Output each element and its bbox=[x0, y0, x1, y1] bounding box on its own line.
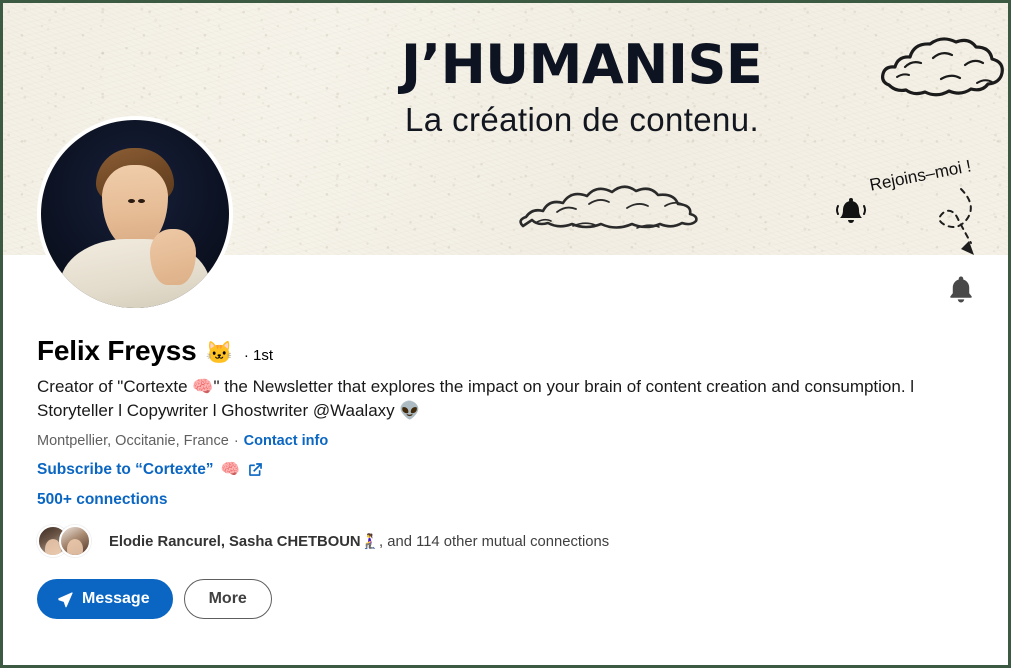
avatar[interactable] bbox=[37, 116, 233, 312]
subscribe-row[interactable]: Subscribe to “Cortexte” 🧠 bbox=[37, 460, 1008, 479]
mutual-connections-rest: , and 114 other mutual connections bbox=[379, 534, 610, 551]
profile-action-buttons: Message More bbox=[37, 579, 1008, 620]
message-button[interactable]: Message bbox=[37, 579, 173, 620]
contact-info-link[interactable]: Contact info bbox=[244, 433, 329, 449]
profile-headline: Creator of "Cortexte 🧠" the Newsletter t… bbox=[37, 377, 915, 421]
mutual-emoji-icon: 🧎‍♀️ bbox=[360, 534, 380, 551]
send-paper-plane-icon bbox=[58, 592, 73, 608]
mutual-connection-avatars bbox=[37, 525, 99, 558]
location-text: Montpellier, Occitanie, France bbox=[37, 433, 229, 450]
subscribe-newsletter-link[interactable]: Subscribe to “Cortexte” bbox=[37, 461, 214, 479]
mutual-connections-row[interactable]: Elodie Rancurel, Sasha CHETBOUN🧎‍♀️, and… bbox=[37, 525, 1008, 558]
avatar-image bbox=[41, 120, 229, 308]
notification-bell-icon[interactable] bbox=[944, 273, 978, 307]
linkedin-profile-screenshot: J’HUMANISE La création de contenu. Rejoi… bbox=[0, 0, 1011, 668]
mutual-connection-names: Elodie Rancurel, Sasha CHETBOUN bbox=[109, 534, 361, 551]
name-row: Felix Freyss 🐱 · 1st bbox=[37, 337, 1008, 365]
banner-subtitle: La création de contenu. bbox=[405, 101, 760, 138]
profile-info-section: Felix Freyss 🐱 · 1st Creator of "Cortext… bbox=[3, 255, 1008, 665]
separator-dot: · bbox=[233, 433, 239, 450]
more-button[interactable]: More bbox=[183, 579, 272, 620]
brain-emoji-icon: 🧠 bbox=[220, 461, 240, 479]
banner-title: J’HUMANISE bbox=[401, 33, 763, 96]
external-link-icon[interactable] bbox=[247, 461, 264, 478]
more-button-label: More bbox=[208, 590, 247, 608]
bell-doodle-icon bbox=[836, 198, 866, 223]
page-title: Felix Freyss bbox=[37, 335, 197, 366]
message-button-label: Message bbox=[82, 590, 150, 608]
connection-degree-badge: · 1st bbox=[243, 347, 274, 364]
cloud-doodle-icon bbox=[881, 37, 1004, 97]
cat-emoji-icon: 🐱 bbox=[205, 340, 233, 365]
curved-dashed-arrow-icon bbox=[938, 188, 974, 255]
location-row: Montpellier, Occitanie, France · Contact… bbox=[37, 433, 1008, 449]
connections-count-link[interactable]: 500+ connections bbox=[37, 491, 1008, 509]
mutual-avatar-2 bbox=[59, 525, 91, 558]
mutual-connections-text: Elodie Rancurel, Sasha CHETBOUN🧎‍♀️, and… bbox=[109, 532, 609, 550]
cloud-doodle-icon bbox=[519, 185, 698, 229]
